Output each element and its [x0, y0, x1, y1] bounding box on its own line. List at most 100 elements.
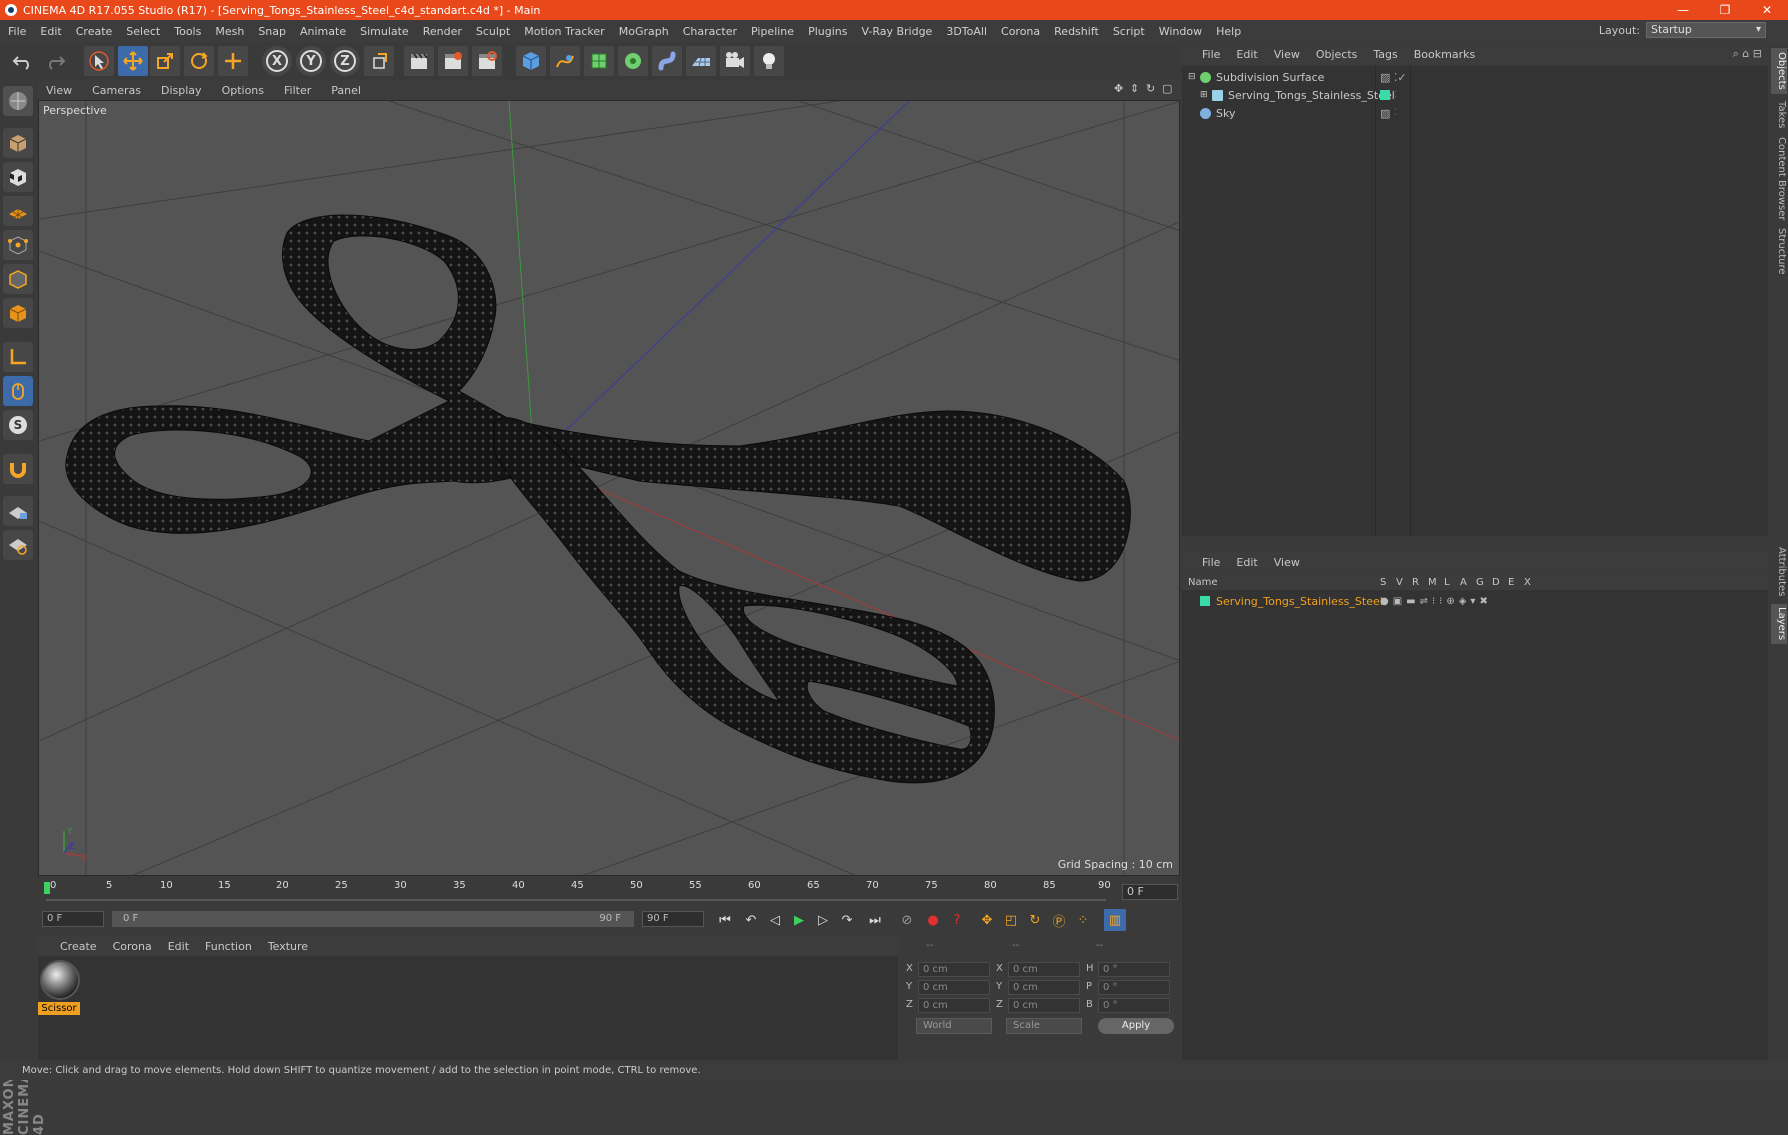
column-xref[interactable]: X — [1524, 577, 1531, 588]
edges-mode-button[interactable] — [3, 264, 33, 294]
expand-icon[interactable]: ⊞ — [1200, 90, 1209, 100]
objects-menu-view[interactable]: View — [1274, 48, 1300, 61]
column-locked[interactable]: L — [1444, 577, 1450, 588]
key-pla-icon[interactable]: ⁘ — [1072, 909, 1094, 931]
record-keys-icon[interactable]: ⊘ — [896, 909, 918, 931]
move-tool-button[interactable] — [118, 46, 148, 76]
coordinate-system-button[interactable] — [364, 46, 394, 76]
axis-mode-button[interactable] — [3, 342, 33, 372]
menu-plugins[interactable]: Plugins — [808, 25, 847, 38]
timeline-window-icon[interactable]: ▥ — [1104, 909, 1126, 931]
autokey-icon[interactable]: ● — [922, 909, 944, 931]
scale-tool-button[interactable] — [150, 46, 180, 76]
object-row-sky[interactable]: Sky ▨ ⁚ — [1182, 104, 1768, 122]
add-environment-button[interactable] — [686, 46, 716, 76]
next-key-button[interactable]: ↷ — [836, 909, 858, 931]
menu-select[interactable]: Select — [126, 25, 160, 38]
menu-render[interactable]: Render — [423, 25, 462, 38]
column-deformers[interactable]: D — [1492, 577, 1500, 588]
rot-p-field[interactable]: 0 ° — [1098, 980, 1170, 995]
previous-frame-button[interactable]: ◁ — [764, 909, 786, 931]
x-axis-toggle[interactable]: X — [262, 46, 292, 76]
lock-workplane-button[interactable] — [3, 496, 33, 526]
go-to-start-button[interactable]: ⏮ — [714, 909, 736, 931]
restore-button[interactable]: ❐ — [1704, 0, 1746, 20]
tab-attributes[interactable]: Attributes — [1771, 544, 1787, 600]
collapse-icon[interactable]: ⊟ — [1188, 72, 1197, 82]
objects-menu-objects[interactable]: Objects — [1316, 48, 1358, 61]
rot-b-field[interactable]: 0 ° — [1098, 998, 1170, 1013]
add-cube-button[interactable] — [516, 46, 546, 76]
close-button[interactable]: ✕ — [1746, 0, 1788, 20]
material-menu-corona[interactable]: Corona — [113, 940, 152, 953]
viewport-menu-filter[interactable]: Filter — [284, 84, 311, 97]
objects-menu-edit[interactable]: Edit — [1236, 48, 1257, 61]
solo-mode-button[interactable]: S — [3, 410, 33, 440]
start-frame-field[interactable]: 0 F — [42, 911, 104, 927]
column-expressions[interactable]: E — [1508, 577, 1514, 588]
add-nurbs-button[interactable] — [584, 46, 614, 76]
objects-menu-file[interactable]: File — [1202, 48, 1220, 61]
objects-menu-tags[interactable]: Tags — [1373, 48, 1397, 61]
material-menu-create[interactable]: Create — [60, 940, 97, 953]
layers-menu-edit[interactable]: Edit — [1236, 556, 1257, 569]
pos-y-field[interactable]: 0 cm — [918, 980, 990, 995]
menu-snap[interactable]: Snap — [258, 25, 286, 38]
menu-mograph[interactable]: MoGraph — [619, 25, 669, 38]
size-mode-dropdown[interactable]: Scale — [1006, 1018, 1082, 1034]
current-frame-field[interactable]: 0 F — [1122, 884, 1178, 900]
visibility-toggle[interactable]: ▨ ⁚✓ — [1380, 71, 1407, 84]
layout-dropdown[interactable]: Startup — [1646, 22, 1766, 38]
texture-mode-button[interactable] — [3, 162, 33, 192]
menu-tools[interactable]: Tools — [174, 25, 201, 38]
viewport-menu-view[interactable]: View — [46, 84, 72, 97]
menu-file[interactable]: File — [8, 25, 26, 38]
menu-3dtoall[interactable]: 3DToAll — [946, 25, 987, 38]
maximize-view-icon[interactable]: ▢ — [1162, 83, 1174, 95]
layer-color-swatch[interactable] — [1380, 90, 1390, 100]
undo-button[interactable] — [8, 46, 38, 76]
object-row-serving-tongs[interactable]: ⊞ Serving_Tongs_Stainless_Steel ⁚ — [1182, 86, 1768, 104]
layers-menu-view[interactable]: View — [1274, 556, 1300, 569]
add-deformer-button[interactable] — [652, 46, 682, 76]
viewport-menu-options[interactable]: Options — [222, 84, 264, 97]
z-axis-toggle[interactable]: Z — [330, 46, 360, 76]
serving-tongs-model[interactable] — [65, 214, 1131, 784]
material-scissor[interactable]: Scissor — [38, 956, 82, 1018]
frame-range-slider[interactable]: 0 F 90 F — [112, 911, 634, 927]
menu-sculpt[interactable]: Sculpt — [476, 25, 510, 38]
menu-animate[interactable]: Animate — [300, 25, 346, 38]
pan-icon[interactable]: ✥ — [1114, 83, 1126, 95]
pos-x-field[interactable]: 0 cm — [918, 962, 990, 977]
column-render[interactable]: R — [1412, 577, 1419, 588]
planar-workplane-button[interactable] — [3, 530, 33, 560]
add-light-button[interactable] — [754, 46, 784, 76]
polygons-mode-button[interactable] — [3, 298, 33, 328]
material-menu-edit[interactable]: Edit — [168, 940, 189, 953]
menu-corona[interactable]: Corona — [1001, 25, 1040, 38]
key-position-icon[interactable]: ✥ — [976, 909, 998, 931]
live-selection-button[interactable] — [84, 46, 114, 76]
menu-help[interactable]: Help — [1216, 25, 1241, 38]
layer-row-serving-tongs[interactable]: Serving_Tongs_Stainless_Steel ●▣▬⇌⁝⁝⊕◈▾✖ — [1182, 592, 1768, 610]
make-editable-button[interactable] — [3, 86, 33, 116]
menu-simulate[interactable]: Simulate — [360, 25, 409, 38]
tab-takes[interactable]: Takes — [1771, 98, 1787, 132]
menu-vray-bridge[interactable]: V-Ray Bridge — [861, 25, 932, 38]
visibility-toggle[interactable]: ▨ — [1380, 107, 1390, 120]
column-view[interactable]: V — [1396, 577, 1403, 588]
add-mograph-button[interactable] — [618, 46, 648, 76]
perspective-viewport[interactable]: Y Z X Perspective Grid Spacing : 10 cm — [38, 100, 1180, 876]
size-x-field[interactable]: 0 cm — [1008, 962, 1080, 977]
column-animation[interactable]: A — [1460, 577, 1467, 588]
render-settings-button[interactable] — [472, 46, 502, 76]
search-icon[interactable]: ⌕ ⌂ ⊟ — [1733, 47, 1762, 61]
key-scale-icon[interactable]: ◰ — [1000, 909, 1022, 931]
snap-toggle-button[interactable] — [3, 454, 33, 484]
coordinate-space-dropdown[interactable]: World — [916, 1018, 992, 1034]
keyframe-selection-icon[interactable]: ? — [946, 909, 968, 931]
object-row-subdivision-surface[interactable]: ⊟ Subdivision Surface ▨ ⁚✓ — [1182, 68, 1768, 86]
visibility-dots[interactable]: ⁚ — [1394, 90, 1397, 100]
layers-menu-file[interactable]: File — [1202, 556, 1220, 569]
menu-pipeline[interactable]: Pipeline — [751, 25, 794, 38]
